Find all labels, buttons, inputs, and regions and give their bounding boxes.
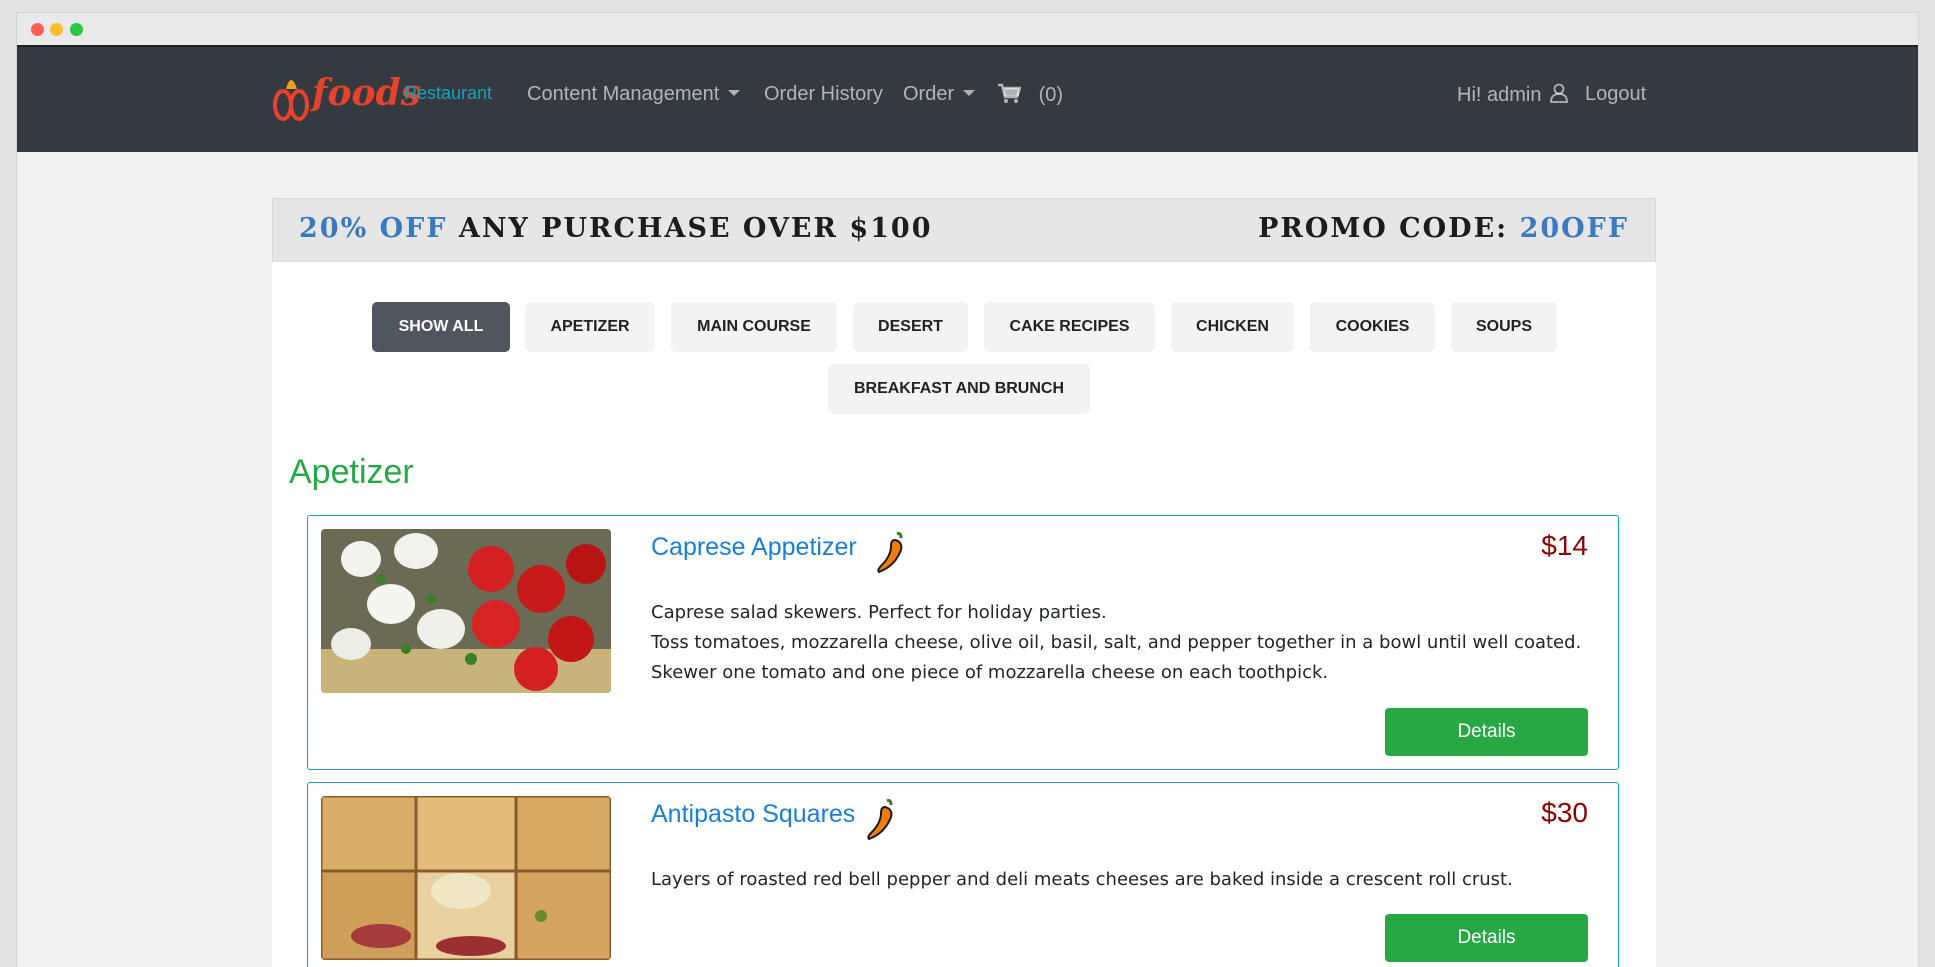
nav-order[interactable]: Order <box>903 83 976 106</box>
chili-pepper-icon <box>877 532 903 574</box>
browser-window: foods Restaurant Content Management Orde… <box>17 13 1918 967</box>
caprese-appetizer-image[interactable] <box>321 529 611 693</box>
user-greeting-label: Hi! admin <box>1457 84 1542 106</box>
promo-code-label: PROMO CODE: <box>1258 213 1509 244</box>
filter-show-all[interactable]: SHOW ALL <box>372 302 510 352</box>
item-price: $30 <box>1541 797 1588 828</box>
filter-soups[interactable]: SOUPS <box>1451 302 1557 352</box>
description-line: Caprese salad skewers. Perfect for holid… <box>651 602 1107 623</box>
nav-content-management-label: Content Management <box>527 83 720 105</box>
close-window-icon[interactable] <box>31 23 44 36</box>
filter-cookies[interactable]: COOKIES <box>1310 302 1435 352</box>
nav-content-management[interactable]: Content Management <box>527 83 741 106</box>
description-line: Toss tomatoes, mozzarella cheese, olive … <box>651 632 1582 653</box>
details-button[interactable]: Details <box>1385 708 1588 756</box>
item-price: $14 <box>1541 530 1588 561</box>
nav-order-history[interactable]: Order History <box>764 83 883 106</box>
promo-offer: 20% OFF ANY PURCHASE OVER $100 <box>299 213 932 244</box>
item-description: Caprese salad skewers. Perfect for holid… <box>651 598 1591 688</box>
nav-user-greeting[interactable]: Hi! admin <box>1457 83 1568 107</box>
description-line: Layers of roasted red bell pepper and de… <box>651 869 1513 890</box>
brand-name[interactable]: Restaurant <box>404 83 492 104</box>
filter-apetizer[interactable]: APETIZER <box>525 302 655 352</box>
antipasto-squares-image[interactable] <box>321 796 611 960</box>
main-container: 20% OFF ANY PURCHASE OVER $100 PROMO COD… <box>272 198 1656 967</box>
details-button[interactable]: Details <box>1385 914 1588 962</box>
promo-banner: 20% OFF ANY PURCHASE OVER $100 PROMO COD… <box>272 198 1656 262</box>
item-name[interactable]: Antipasto Squares <box>651 800 855 829</box>
item-name[interactable]: Caprese Appetizer <box>651 533 857 562</box>
maximize-window-icon[interactable] <box>70 23 83 36</box>
user-icon <box>1550 83 1568 103</box>
promo-condition: ANY PURCHASE OVER $100 <box>458 213 933 244</box>
minimize-window-icon[interactable] <box>50 23 63 36</box>
chef-logo-icon <box>273 80 309 121</box>
logout-link[interactable]: Logout <box>1585 83 1646 106</box>
promo-code: PROMO CODE: 20OFF <box>1258 213 1629 244</box>
item-description: Layers of roasted red bell pepper and de… <box>651 865 1591 895</box>
filter-desert[interactable]: DESERT <box>853 302 968 352</box>
promo-code-value: 20OFF <box>1519 213 1629 244</box>
shopping-cart-icon <box>998 83 1022 103</box>
chili-pepper-icon <box>867 799 893 841</box>
top-navbar: foods Restaurant Content Management Orde… <box>17 45 1918 152</box>
filter-breakfast-and-brunch[interactable]: BREAKFAST AND BRUNCH <box>828 364 1090 414</box>
cart-count: (0) <box>1038 84 1064 106</box>
menu-item-card: Caprese Appetizer $14 Caprese salad skew… <box>307 515 1619 770</box>
promo-discount: 20% OFF <box>299 213 448 244</box>
filter-cake-recipes[interactable]: CAKE RECIPES <box>984 302 1155 352</box>
description-line: Skewer one tomato and one piece of mozza… <box>651 662 1329 683</box>
chevron-down-icon <box>728 90 741 96</box>
section-title: Apetizer <box>289 453 414 491</box>
nav-cart[interactable]: (0) <box>997 83 1063 107</box>
window-titlebar <box>17 13 1918 45</box>
menu-item-card: Antipasto Squares $30 Layers of roasted … <box>307 782 1619 967</box>
brand-logo[interactable]: foods Restaurant <box>272 67 512 127</box>
nav-order-label: Order <box>903 83 955 105</box>
filter-chicken[interactable]: CHICKEN <box>1171 302 1294 352</box>
chevron-down-icon <box>963 90 976 96</box>
filter-main-course[interactable]: MAIN COURSE <box>671 302 837 352</box>
